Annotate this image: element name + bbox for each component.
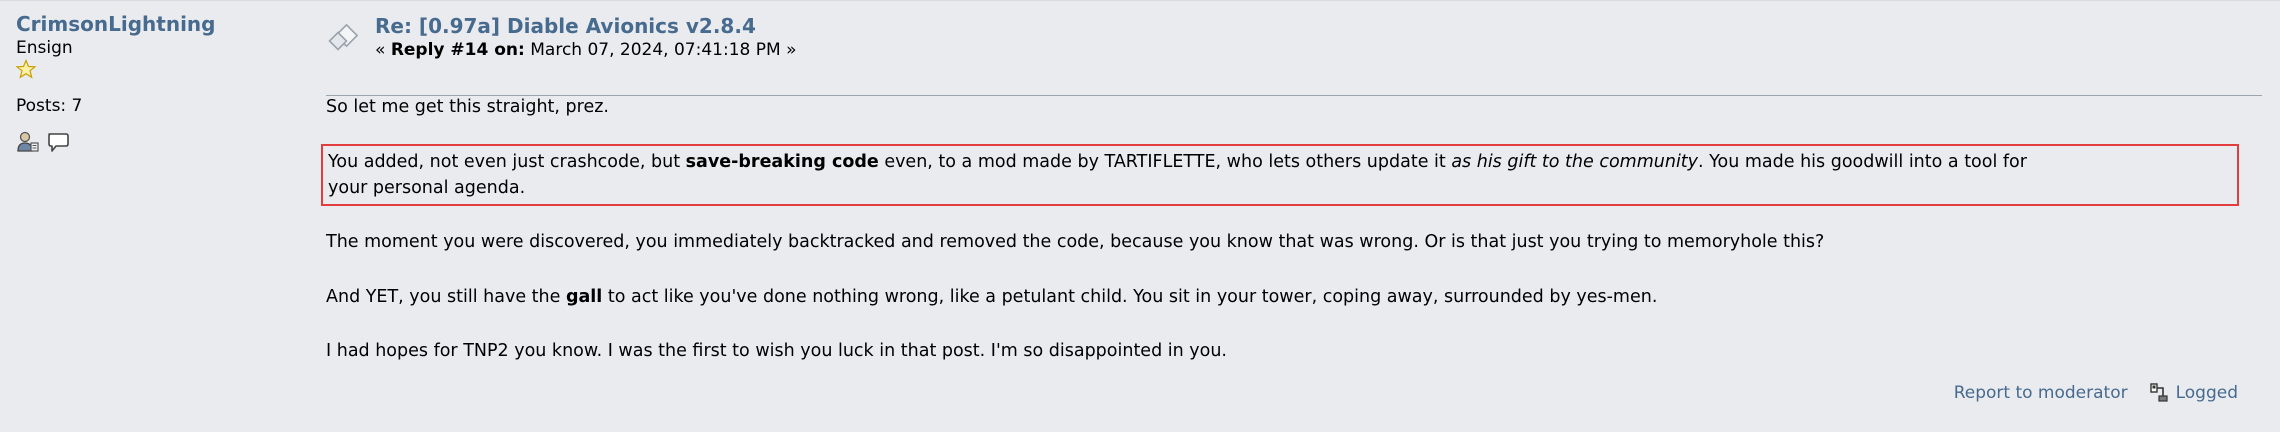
post-paragraph: I had hopes for TNP2 you know. I was the… [326, 341, 1227, 361]
post-subject-link[interactable]: Re: [0.97a] Diable Avionics v2.8.4 [375, 13, 756, 39]
reply-prefix: « [375, 40, 386, 60]
forum-post: CrimsonLightning Ensign Posts: 7 Re: [0.… [0, 0, 2280, 432]
highlighted-paragraph-box: You added, not even just crashcode, but … [321, 144, 2239, 206]
paragraph-text: . You made his goodwill into a tool for [1698, 152, 2027, 172]
poster-name-link[interactable]: CrimsonLightning [16, 11, 306, 37]
reply-suffix: » [786, 40, 797, 60]
logged-label: Logged [2175, 383, 2238, 403]
post-paragraph: The moment you were discovered, you imme… [326, 232, 1825, 252]
star-icon [15, 58, 306, 83]
post-subject-icon [326, 23, 360, 57]
post-content-area: Re: [0.97a] Diable Avionics v2.8.4 « Rep… [321, 1, 2262, 432]
poster-post-count: Posts: 7 [16, 96, 83, 116]
poster-info: CrimsonLightning Ensign Posts: 7 [15, 11, 306, 154]
poster-rank: Ensign [16, 38, 73, 58]
paragraph-text: your personal agenda. [328, 178, 526, 198]
post-header-divider [326, 95, 2262, 96]
profile-icon[interactable] [16, 130, 40, 154]
reply-date: March 07, 2024, 07:41:18 PM [530, 40, 781, 60]
post-footer: Report to moderator Logged [1954, 381, 2238, 405]
report-to-moderator-link[interactable]: Report to moderator [1954, 381, 2128, 405]
paragraph-text: And YET, you still have the [326, 287, 566, 307]
post-paragraph: And YET, you still have the gall to act … [326, 284, 1657, 310]
bold-text: gall [565, 287, 603, 307]
poster-actions [16, 130, 306, 154]
post-header: Re: [0.97a] Diable Avionics v2.8.4 « Rep… [326, 11, 2262, 96]
paragraph-text: to act like you've done nothing wrong, l… [602, 287, 1658, 307]
paragraph-text: You added, not even just crashcode, but [328, 152, 686, 172]
bold-text: save-breaking code [685, 152, 879, 172]
reply-number: Reply #14 on: [390, 40, 525, 60]
paragraph-text: even, to a mod made by TARTIFLETTE, who … [878, 152, 1452, 172]
logged-ip-icon [2148, 382, 2170, 404]
post-paragraph: So let me get this straight, prez. [326, 97, 609, 117]
post-reply-info: « Reply #14 on: March 07, 2024, 07:41:18… [375, 38, 796, 62]
message-icon[interactable] [46, 130, 70, 154]
italic-text: as his gift to the community [1451, 152, 1699, 172]
